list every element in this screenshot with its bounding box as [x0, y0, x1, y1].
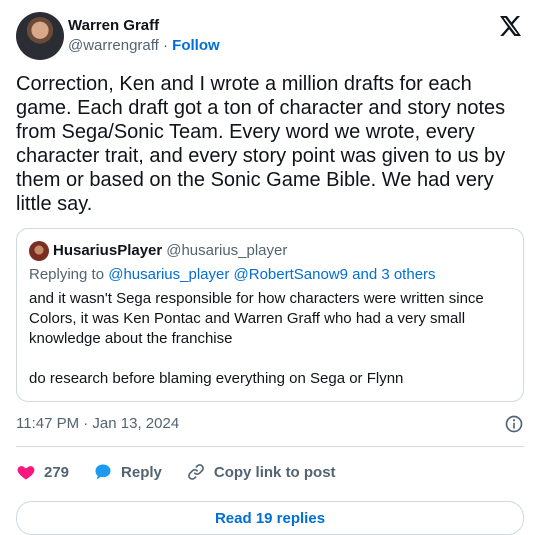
tweet-card: Warren Graff @warrengraff · Follow Corre… [0, 0, 540, 535]
tweet-meta: 11:47 PM · Jan 13, 2024 [16, 414, 524, 434]
tweet-text: Correction, Ken and I wrote a million dr… [16, 73, 511, 215]
link-icon [188, 464, 204, 480]
info-icon[interactable] [504, 414, 524, 434]
copy-link-button[interactable]: Copy link to post [186, 462, 336, 482]
read-replies-label: Read 19 replies [214, 509, 326, 527]
quoted-tweet-text: and it wasn't Sega responsible for how c… [29, 290, 484, 387]
replying-to: Replying to @husarius_player @RobertSano… [29, 265, 511, 285]
replying-to-handles: @husarius_player @RobertSanow9 [108, 266, 348, 283]
reply-button[interactable]: Reply [93, 462, 162, 482]
tweet-header: Warren Graff @warrengraff · Follow [16, 12, 524, 60]
like-count: 279 [44, 463, 70, 481]
separator: · [163, 37, 168, 54]
author-handle[interactable]: @warrengraff [68, 37, 159, 54]
author-info: Warren Graff @warrengraff · Follow [68, 16, 220, 56]
read-replies-button[interactable]: Read 19 replies [16, 501, 524, 535]
reply-label: Reply [121, 463, 162, 481]
copy-link-label: Copy link to post [213, 463, 336, 481]
author-handle-row: @warrengraff · Follow [68, 36, 220, 56]
action-bar: 279 Reply Copy link to post [16, 451, 524, 493]
quoted-display-name: HusariusPlayer [53, 242, 163, 259]
replying-prefix: Replying to [29, 266, 105, 283]
like-button[interactable]: 279 [16, 462, 69, 482]
quoted-avatar [29, 241, 49, 261]
avatar[interactable] [16, 12, 64, 60]
follow-button[interactable]: Follow [172, 37, 220, 54]
quoted-tweet-header: HusariusPlayer @husarius_player [29, 241, 511, 261]
quoted-tweet[interactable]: HusariusPlayer @husarius_player Replying… [16, 228, 524, 402]
replying-to-others: and 3 others [352, 266, 436, 283]
timestamp[interactable]: 11:47 PM · Jan 13, 2024 [16, 414, 179, 434]
quoted-handle: @husarius_player [166, 242, 288, 259]
author-display-name[interactable]: Warren Graff [68, 16, 220, 36]
heart-icon [17, 466, 35, 480]
divider [16, 446, 524, 447]
speech-bubble-icon [95, 464, 111, 480]
x-logo-icon[interactable] [498, 14, 522, 38]
